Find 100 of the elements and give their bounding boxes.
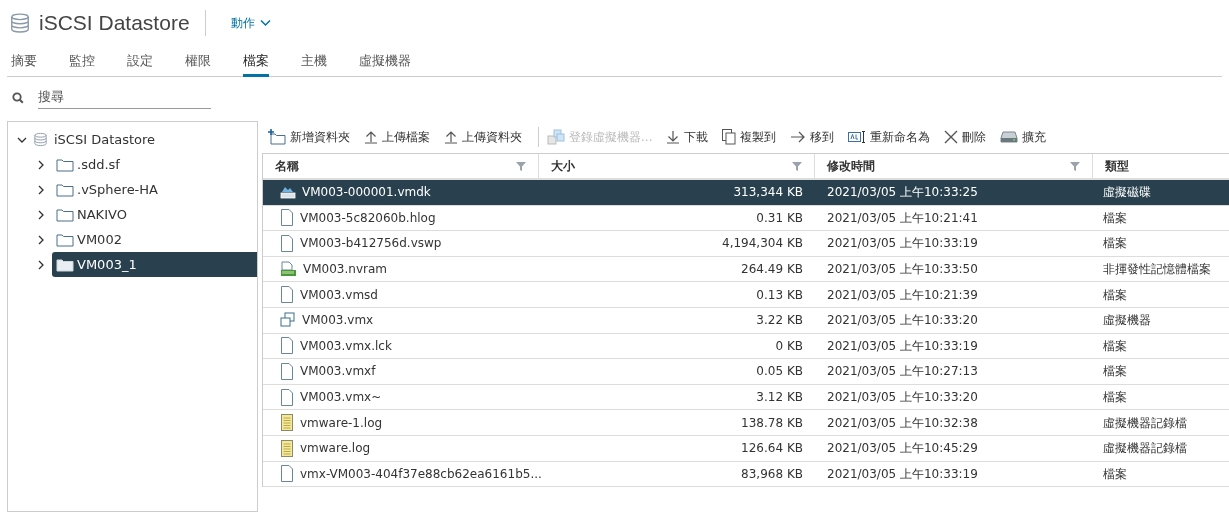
- column-header[interactable]: 修改時間: [815, 154, 1093, 178]
- column-header[interactable]: 大小: [539, 154, 815, 178]
- copy-icon: [722, 129, 737, 145]
- table-cell: 檔案: [1103, 338, 1127, 353]
- table-cell-text: 0.05 KB: [756, 363, 803, 381]
- toolbar-button[interactable]: 刪除: [944, 128, 987, 146]
- database-icon: [9, 12, 31, 34]
- table-cell-text: 83,968 KB: [741, 465, 803, 483]
- chevron-right-icon[interactable]: [36, 234, 46, 245]
- table-cell-text: 0.13 KB: [756, 286, 803, 304]
- log-file-icon: [280, 414, 294, 432]
- actions-menu[interactable]: 動作: [230, 14, 271, 32]
- table-cell-text: 4,194,304 KB: [722, 235, 803, 253]
- table-cell: 2021/03/05 上午10:27:13: [827, 364, 978, 379]
- tab[interactable]: 檔案: [243, 50, 269, 77]
- tab[interactable]: 監控: [69, 50, 95, 77]
- column-header[interactable]: 名稱: [263, 154, 539, 178]
- search-field[interactable]: 搜尋: [38, 86, 211, 110]
- folder-icon: [56, 257, 74, 272]
- toolbar-button[interactable]: 上傳檔案: [364, 128, 430, 146]
- tree-item[interactable]: VM003_1: [52, 252, 257, 277]
- toolbar-button[interactable]: 複製到: [722, 128, 777, 146]
- table-cell-text: VM003.vmx.lck: [300, 337, 392, 355]
- table-cell: 檔案: [1103, 390, 1127, 405]
- filter-icon[interactable]: [1070, 161, 1080, 171]
- table-cell-text: 0 KB: [775, 337, 803, 355]
- close-icon: [944, 130, 959, 144]
- file-row[interactable]: VM003.vmxf 0.05 KB 2021/03/05 上午10:27:13 檔案: [263, 359, 1229, 385]
- table-cell: 2021/03/05 上午10:33:19: [827, 466, 978, 481]
- toolbar-button[interactable]: 下載: [666, 128, 709, 146]
- vm-icon: [280, 312, 296, 329]
- toolbar-button[interactable]: 上傳資料夾: [444, 128, 522, 146]
- table-cell: 2021/03/05 上午10:45:29: [827, 441, 978, 456]
- table-cell-text: VM003.vmx~: [300, 389, 382, 407]
- file-row[interactable]: VM003.vmsd 0.13 KB 2021/03/05 上午10:21:39 檔案: [263, 282, 1229, 308]
- file-icon: [280, 465, 294, 483]
- file-row[interactable]: VM003.vmx.lck 0 KB 2021/03/05 上午10:33:19 檔案: [263, 333, 1229, 360]
- folder-icon: [56, 232, 74, 247]
- chevron-right-icon[interactable]: [36, 209, 46, 220]
- file-icon: [280, 286, 294, 304]
- file-row[interactable]: VM003-000001.vmdk 313,344 KB 2021/03/05 上午10:33:25 虛擬磁碟: [263, 180, 1229, 206]
- hard-drive-icon: [1000, 131, 1019, 143]
- filter-icon[interactable]: [792, 161, 802, 171]
- tab[interactable]: 摘要: [11, 50, 37, 77]
- chevron-down-icon: [259, 19, 271, 27]
- table-cell: 非揮發性記憶體檔案: [1103, 262, 1211, 277]
- file-icon: [280, 209, 294, 227]
- table-cell-text: VM003.nvram: [303, 261, 387, 279]
- file-row[interactable]: vmware.log 126.64 KB 2021/03/05 上午10:45:29 虛擬機器記錄檔: [263, 435, 1229, 462]
- table-cell: 檔案: [1103, 364, 1127, 379]
- tab[interactable]: 主機: [301, 50, 327, 77]
- file-icon: [280, 388, 294, 406]
- download-icon: [666, 130, 681, 144]
- table-cell: 2021/03/05 上午10:33:19: [827, 338, 978, 353]
- table-cell-text: 313,344 KB: [733, 184, 803, 202]
- table-cell: 2021/03/05 上午10:33:25: [827, 185, 978, 200]
- table-cell: 虛擬機器記錄檔: [1103, 415, 1187, 430]
- file-row[interactable]: VM003.vmx~ 3.12 KB 2021/03/05 上午10:33:20 檔案: [263, 384, 1229, 411]
- tab[interactable]: 虛擬機器: [359, 50, 411, 77]
- memory-icon: [280, 261, 297, 278]
- table-cell-text: vmware-1.log: [300, 414, 383, 432]
- upload-icon: [444, 130, 458, 144]
- file-row[interactable]: VM003-b412756d.vswp 4,194,304 KB 2021/03/05 上午10:33:19 檔案: [263, 231, 1229, 257]
- tree-item[interactable]: NAKIVO: [52, 202, 257, 227]
- file-icon: [280, 235, 294, 252]
- file-row[interactable]: VM003.vmx 3.22 KB 2021/03/05 上午10:33:20 虛擬機器: [263, 307, 1229, 334]
- tree-item[interactable]: .vSphere-HA: [52, 177, 257, 202]
- table-cell: 虛擬機器記錄檔: [1103, 441, 1187, 456]
- chevron-right-icon[interactable]: [36, 259, 46, 270]
- file-row[interactable]: vmx-VM003-404f37e88cb62ea6161b5... 83,968 KB 2021/03/05 上午10:33:19 檔案: [263, 461, 1229, 488]
- folder-icon: [56, 182, 74, 197]
- file-row[interactable]: vmware-1.log 138.78 KB 2021/03/05 上午10:32:38 虛擬機器記錄檔: [263, 410, 1229, 436]
- search-icon: [12, 92, 24, 104]
- chevron-right-icon[interactable]: [36, 184, 46, 195]
- tree-item[interactable]: .sdd.sf: [52, 152, 257, 177]
- new-folder-icon: [268, 129, 286, 145]
- log-file-icon: [280, 439, 294, 457]
- table-cell-text: 138.78 KB: [741, 414, 803, 432]
- file-row[interactable]: VM003-5c82060b.hlog 0.31 KB 2021/03/05 上午10:21:41 檔案: [263, 205, 1229, 232]
- toolbar-button[interactable]: 移到: [790, 128, 835, 146]
- table-cell: 檔案: [1103, 287, 1127, 302]
- table-cell: 2021/03/05 上午10:21:39: [827, 287, 978, 302]
- table-cell-text: 0.31 KB: [756, 209, 803, 227]
- file-row[interactable]: VM003.nvram 264.49 KB 2021/03/05 上午10:33:50 非揮發性記憶體檔案: [263, 256, 1229, 283]
- column-header[interactable]: 類型: [1093, 154, 1229, 178]
- toolbar-button[interactable]: 重新命名為: [848, 128, 931, 146]
- table-cell: 虛擬磁碟: [1103, 185, 1151, 200]
- tab[interactable]: 設定: [127, 50, 153, 77]
- chevron-right-icon[interactable]: [36, 159, 46, 170]
- tree-item[interactable]: iSCSI Datastore: [54, 129, 156, 150]
- upload-icon: [364, 130, 378, 144]
- table-cell-text: VM003-5c82060b.hlog: [300, 209, 436, 227]
- table-cell: 2021/03/05 上午10:21:41: [827, 210, 978, 225]
- table-cell-text: VM003.vmx: [302, 312, 374, 330]
- filter-icon[interactable]: [516, 161, 526, 171]
- tree-item[interactable]: VM002: [52, 227, 257, 252]
- toolbar-button[interactable]: 擴充: [1000, 128, 1047, 146]
- tab[interactable]: 權限: [185, 50, 211, 77]
- table-cell: 2021/03/05 上午10:32:38: [827, 415, 978, 430]
- toolbar-button[interactable]: 新增資料夾: [268, 128, 350, 146]
